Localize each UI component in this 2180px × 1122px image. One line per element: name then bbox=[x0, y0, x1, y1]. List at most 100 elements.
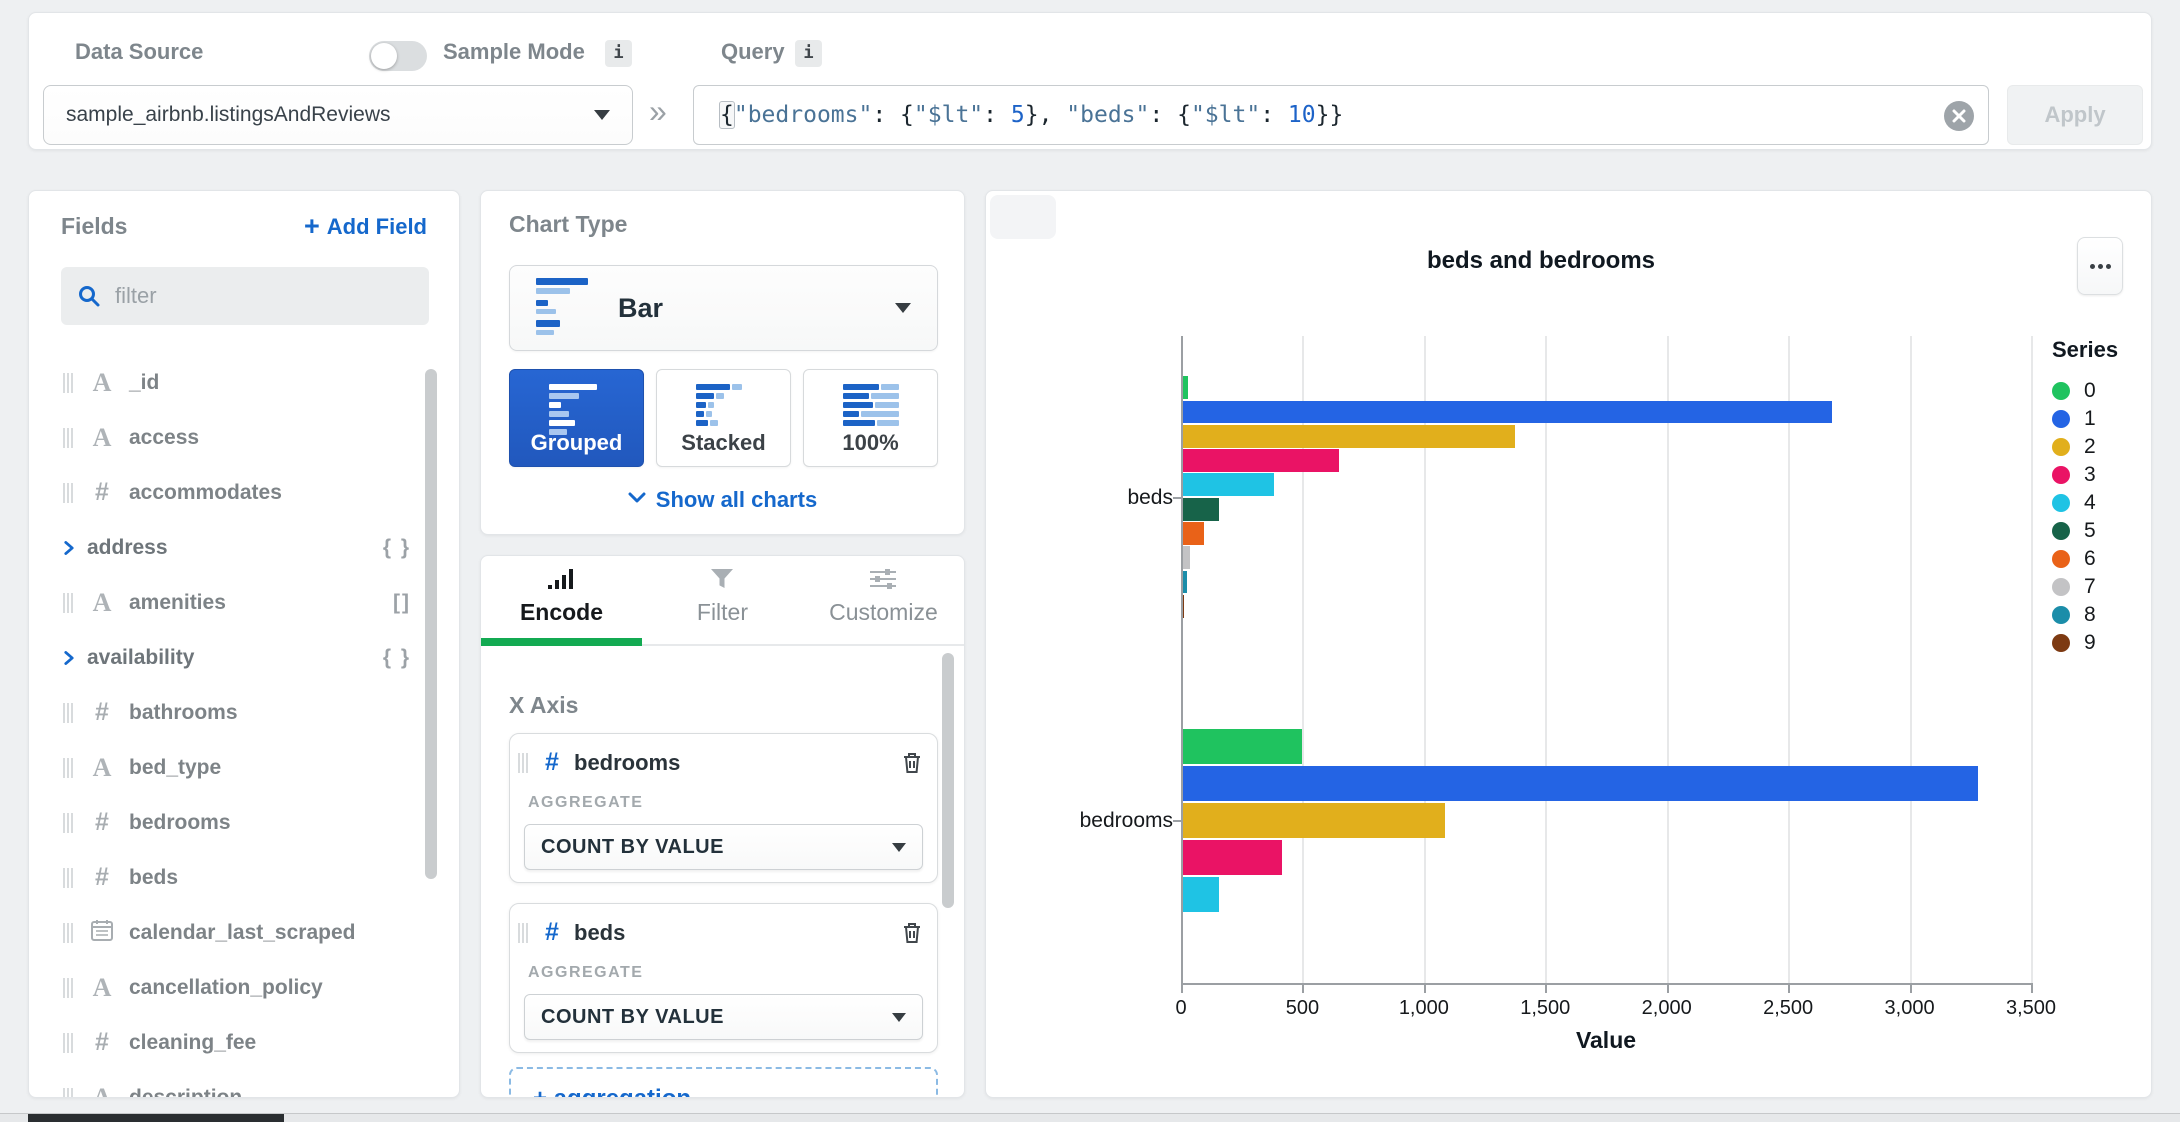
aggregate-dropdown[interactable]: COUNT BY VALUE bbox=[524, 824, 923, 870]
legend-entry-7[interactable]: 7 bbox=[2052, 573, 2118, 601]
chevron-right-icon[interactable] bbox=[63, 539, 75, 557]
horizontal-scrollbar[interactable] bbox=[0, 1113, 2180, 1122]
trash-icon[interactable] bbox=[901, 921, 923, 945]
add-field-button[interactable]: + Add Field bbox=[304, 211, 427, 242]
legend-entry-0[interactable]: 0 bbox=[2052, 377, 2118, 405]
mode-button-100[interactable]: 100% bbox=[803, 369, 938, 467]
field-item-bed_type[interactable]: Abed_type bbox=[29, 740, 459, 795]
x-tick-label: 0 bbox=[1175, 997, 1187, 1019]
bar-beds-series-5[interactable] bbox=[1183, 497, 1220, 521]
mode-button-stacked[interactable]: Stacked bbox=[656, 369, 791, 467]
bar-bedrooms-series-3[interactable] bbox=[1183, 839, 1283, 876]
legend-entry-6[interactable]: 6 bbox=[2052, 545, 2118, 573]
aggregate-label: AGGREGATE bbox=[528, 964, 644, 981]
field-item-calendar_last_scraped[interactable]: calendar_last_scraped bbox=[29, 905, 459, 960]
trash-icon[interactable] bbox=[901, 751, 923, 775]
bar-beds-series-6[interactable] bbox=[1183, 522, 1204, 545]
field-item-bathrooms[interactable]: # bathrooms bbox=[29, 685, 459, 740]
add-field-label: Add Field bbox=[326, 213, 427, 239]
apply-button[interactable]: Apply bbox=[2007, 85, 2143, 145]
data-source-label: Data Source bbox=[75, 39, 204, 64]
string-field-icon: A bbox=[92, 587, 112, 617]
encode-scrollbar[interactable] bbox=[942, 653, 954, 908]
scrollbar-thumb[interactable] bbox=[28, 1114, 284, 1122]
number-field-icon: # bbox=[545, 918, 559, 946]
field-item-description[interactable]: Adescription bbox=[29, 1070, 459, 1098]
chart-type-dropdown[interactable]: Bar bbox=[509, 265, 938, 351]
legend-entry-9[interactable]: 9 bbox=[2052, 629, 2118, 657]
query-input[interactable]: {"bedrooms": {"$lt": 5}, "beds": {"$lt":… bbox=[693, 85, 1989, 145]
drag-handle-icon bbox=[63, 592, 75, 613]
bar-beds-series-0[interactable] bbox=[1183, 376, 1188, 400]
number-field-icon: # bbox=[95, 1028, 109, 1056]
legend-entry-1[interactable]: 1 bbox=[2052, 405, 2118, 433]
x-axis-line bbox=[1181, 983, 2033, 985]
field-item-amenities[interactable]: Aamenities [] bbox=[29, 575, 459, 630]
bar-beds-series-4[interactable] bbox=[1183, 473, 1274, 497]
funnel-icon bbox=[711, 569, 734, 588]
drag-handle-icon bbox=[63, 757, 75, 778]
field-item-availability[interactable]: availability { } bbox=[29, 630, 459, 685]
field-item-_id[interactable]: A _id bbox=[29, 355, 459, 410]
bar-bedrooms-series-4[interactable] bbox=[1183, 876, 1220, 913]
bar-bedrooms-series-0[interactable] bbox=[1183, 728, 1302, 765]
field-item-address[interactable]: address { } bbox=[29, 520, 459, 575]
field-item-cleaning_fee[interactable]: # cleaning_fee bbox=[29, 1015, 459, 1070]
bar-bedrooms-series-2[interactable] bbox=[1183, 802, 1445, 839]
chart-preview-panel: beds and bedrooms 0 500 1,000 1,500 2,000 2,5… bbox=[985, 190, 2152, 1098]
sample-mode-info-icon[interactable]: i bbox=[605, 40, 632, 67]
bar-beds-series-1[interactable] bbox=[1183, 400, 1833, 424]
x-axis-label: Value bbox=[1575, 1027, 1637, 1053]
query-info-icon[interactable]: i bbox=[795, 40, 822, 67]
bar-beds-series-2[interactable] bbox=[1183, 424, 1515, 448]
drag-handle-icon bbox=[63, 1032, 75, 1053]
field-item-bedrooms[interactable]: # bedrooms bbox=[29, 795, 459, 850]
chevron-right-icon[interactable] bbox=[63, 649, 75, 667]
chart-type-panel: Chart Type Bar Grouped Stacked 100% Show… bbox=[480, 190, 965, 535]
bar-beds-series-7[interactable] bbox=[1183, 546, 1191, 570]
legend-entry-2[interactable]: 2 bbox=[2052, 433, 2118, 461]
data-source-dropdown[interactable]: sample_airbnb.listingsAndReviews bbox=[43, 85, 633, 145]
toggle-knob bbox=[371, 43, 397, 69]
legend-entry-4[interactable]: 4 bbox=[2052, 489, 2118, 517]
field-item-access[interactable]: Aaccess bbox=[29, 410, 459, 465]
aggregate-dropdown[interactable]: COUNT BY VALUE bbox=[524, 994, 923, 1040]
encoded-field-name: beds bbox=[574, 919, 626, 945]
bar-beds-series-9[interactable] bbox=[1183, 594, 1185, 618]
tab-encode[interactable]: Encode bbox=[481, 556, 642, 644]
field-filter-input[interactable]: filter bbox=[61, 267, 429, 325]
string-field-icon: A bbox=[92, 1082, 112, 1098]
legend-label: 8 bbox=[2084, 603, 2096, 626]
legend-entry-5[interactable]: 5 bbox=[2052, 517, 2118, 545]
field-item-accommodates[interactable]: # accommodates bbox=[29, 465, 459, 520]
legend-swatch bbox=[2052, 438, 2070, 456]
legend-entry-3[interactable]: 3 bbox=[2052, 461, 2118, 489]
bar-bedrooms-series-1[interactable] bbox=[1183, 765, 1978, 802]
field-item-cancellation_policy[interactable]: Acancellation_policy bbox=[29, 960, 459, 1015]
drag-handle-icon bbox=[63, 867, 75, 888]
legend-label: 0 bbox=[2084, 379, 2096, 402]
drag-handle-icon[interactable] bbox=[518, 752, 530, 773]
legend-swatch bbox=[2052, 578, 2070, 596]
sample-mode-toggle[interactable] bbox=[369, 41, 427, 71]
field-name: cleaning_fee bbox=[129, 1030, 257, 1054]
chart-menu-button[interactable] bbox=[2077, 237, 2123, 295]
fields-scrollbar[interactable] bbox=[425, 369, 437, 879]
legend-entry-8[interactable]: 8 bbox=[2052, 601, 2118, 629]
collapse-chevron-icon[interactable]: » bbox=[649, 93, 667, 130]
drag-handle-icon bbox=[63, 482, 75, 503]
tab-filter[interactable]: Filter bbox=[642, 556, 803, 644]
active-tab-indicator bbox=[481, 638, 642, 646]
field-item-beds[interactable]: # beds bbox=[29, 850, 459, 905]
show-all-charts-link[interactable]: Show all charts bbox=[481, 487, 964, 513]
bar-beds-series-8[interactable] bbox=[1183, 570, 1187, 594]
query-clear-icon[interactable] bbox=[1944, 101, 1974, 131]
drag-handle-icon[interactable] bbox=[518, 922, 530, 943]
add-aggregation-dropzone[interactable]: + aggregation bbox=[509, 1067, 938, 1097]
tab-customize[interactable]: Customize bbox=[803, 556, 964, 644]
bar-beds-series-3[interactable] bbox=[1183, 449, 1340, 472]
drag-handle-icon bbox=[63, 427, 75, 448]
x-tick-label: 1,500 bbox=[1520, 997, 1571, 1019]
mode-button-grouped[interactable]: Grouped bbox=[509, 369, 644, 467]
sliders-icon bbox=[870, 569, 897, 589]
